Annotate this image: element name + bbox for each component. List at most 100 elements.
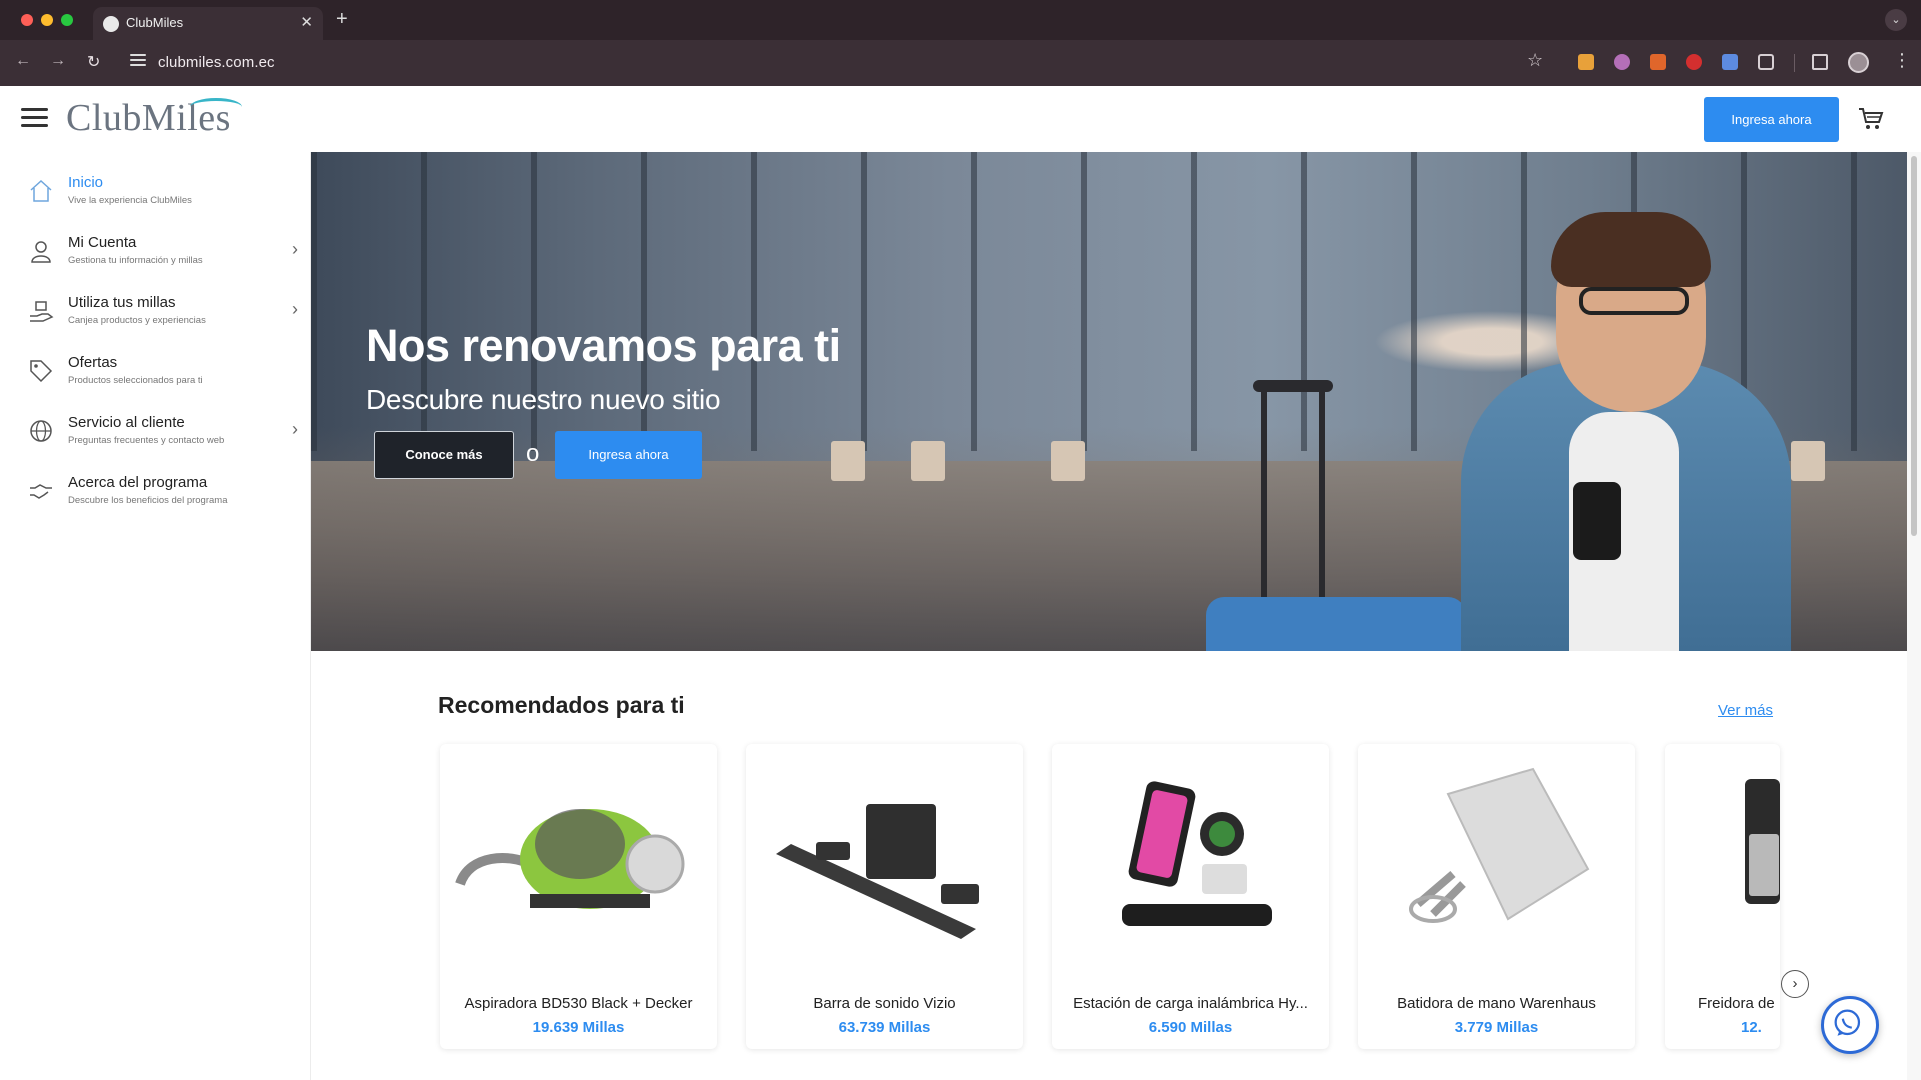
sidebar: Inicio Vive la experiencia ClubMiles Mi … (0, 152, 311, 1080)
product-name: Aspiradora BD530 Black + Decker (464, 995, 693, 1012)
sidebar-item-acerca-del-programa[interactable]: Acerca del programa Descubre los benefic… (0, 462, 311, 522)
hero-subtitle: Descubre nuestro nuevo sitio (366, 384, 721, 415)
home-icon (30, 179, 52, 202)
product-image (1409, 767, 1590, 923)
hero-phone (1573, 482, 1621, 560)
sidebar-item-label: Acerca del programa (68, 474, 208, 491)
product-card[interactable]: Batidora de mano Warenhaus 3.779 Millas (1358, 744, 1635, 1049)
whatsapp-chat-icon[interactable] (1821, 996, 1879, 1054)
close-window-button[interactable] (21, 14, 33, 26)
section-title: Recomendados para ti (438, 692, 685, 718)
gift-hand-icon (30, 301, 54, 322)
suitcase (1206, 597, 1466, 651)
favicon-icon (103, 16, 119, 32)
sidebar-item-inicio[interactable]: Inicio Vive la experiencia ClubMiles (0, 162, 311, 222)
side-panel-icon[interactable] (1812, 54, 1828, 70)
product-name: Estación de carga inalámbrica Hy... (1073, 995, 1308, 1012)
minimize-window-button[interactable] (41, 14, 53, 26)
shopping-cart-icon[interactable] (1858, 107, 1884, 131)
page-scrollbar[interactable] (1907, 152, 1921, 1080)
extension-icon[interactable] (1614, 54, 1630, 70)
conoce-mas-button[interactable]: Conoce más (374, 431, 514, 479)
toolbar-divider (1794, 54, 1795, 72)
sidebar-item-subtitle: Gestiona tu información y millas (68, 255, 203, 266)
product-card[interactable]: Aspiradora BD530 Black + Decker 19.639 M… (440, 744, 717, 1049)
hero-bollard (1791, 441, 1825, 482)
reload-button[interactable]: ↻ (87, 52, 100, 72)
site-header: ClubMiles Ingresa ahora (0, 86, 1921, 152)
hero-title: Nos renovamos para ti (366, 320, 841, 371)
tag-icon (30, 360, 53, 383)
chevron-right-icon: › (292, 239, 298, 259)
sidebar-item-label: Mi Cuenta (68, 234, 137, 251)
chevron-right-icon: › (292, 299, 298, 319)
sidebar-item-ofertas[interactable]: Ofertas Productos seleccionados para ti (0, 342, 311, 402)
extensions-puzzle-icon[interactable] (1758, 54, 1774, 70)
sidebar-item-label: Utiliza tus millas (68, 294, 176, 311)
sidebar-item-subtitle: Canjea productos y experiencias (68, 315, 206, 326)
sidebar-item-servicio-al-cliente[interactable]: Servicio al cliente Preguntas frecuentes… (0, 402, 311, 462)
suitcase-handle (1319, 387, 1325, 602)
sidebar-item-subtitle: Descubre los beneficios del programa (68, 495, 228, 506)
product-image (776, 804, 979, 939)
product-price: 12. (1741, 1019, 1762, 1036)
tab-strip: ClubMiles ✕ + ⌄ (0, 0, 1921, 40)
hero-person-hair (1551, 212, 1711, 287)
sidebar-item-subtitle: Productos seleccionados para ti (68, 375, 203, 386)
product-name: Barra de sonido Vizio (813, 995, 956, 1012)
chevron-right-icon: › (292, 419, 298, 439)
product-price: 6.590 Millas (1148, 1019, 1233, 1036)
browser-tab[interactable]: ClubMiles ✕ (93, 7, 323, 40)
extension-icon[interactable] (1578, 54, 1594, 70)
hero-login-button[interactable]: Ingresa ahora (555, 431, 702, 479)
hero-bollard (1051, 441, 1085, 482)
browser-menu-icon[interactable]: ⋮ (1893, 50, 1911, 71)
sidebar-item-mi-cuenta[interactable]: Mi Cuenta Gestiona tu información y mill… (0, 222, 311, 282)
product-card[interactable]: Barra de sonido Vizio 63.739 Millas (746, 744, 1023, 1049)
sidebar-item-utiliza-tus-millas[interactable]: Utiliza tus millas Canjea productos y ex… (0, 282, 311, 342)
hero-bollard (911, 441, 945, 482)
logo-swoosh (190, 98, 242, 116)
hero-banner: Nos renovamos para ti Descubre nuestro n… (311, 152, 1907, 651)
sidebar-item-subtitle: Preguntas frecuentes y contacto web (68, 435, 225, 446)
scrollbar-thumb[interactable] (1911, 156, 1917, 536)
extension-icon[interactable] (1650, 54, 1666, 70)
product-price: 19.639 Millas (532, 1019, 625, 1036)
hamburger-menu-icon[interactable] (21, 108, 48, 128)
hero-person-glasses (1579, 287, 1689, 315)
hero-bollard (831, 441, 865, 482)
product-price: 63.739 Millas (838, 1019, 931, 1036)
extension-icon[interactable] (1686, 54, 1702, 70)
suitcase-handle (1261, 387, 1267, 602)
user-icon (31, 241, 51, 263)
product-image (1745, 779, 1780, 904)
address-bar[interactable]: clubmiles.com.ec (158, 54, 275, 71)
back-button[interactable]: ← (15, 52, 31, 70)
bookmark-star-icon[interactable]: ☆ (1527, 50, 1543, 71)
browser-chrome: ClubMiles ✕ + ⌄ ← → ↻ clubmiles.com.ec ☆… (0, 0, 1921, 86)
extension-icon[interactable] (1722, 54, 1738, 70)
ver-mas-link[interactable]: Ver más (1718, 702, 1773, 719)
sidebar-item-subtitle: Vive la experiencia ClubMiles (68, 195, 192, 206)
handshake-icon (30, 484, 52, 499)
page: ClubMiles Ingresa ahora Inicio Vive la e… (0, 86, 1921, 1080)
site-info-icon[interactable] (130, 54, 146, 68)
browser-toolbar: ← → ↻ clubmiles.com.ec ☆ ⋮ (0, 40, 1921, 86)
sidebar-item-label: Ofertas (68, 354, 118, 371)
close-tab-icon[interactable]: ✕ (300, 13, 313, 31)
new-tab-button[interactable]: + (336, 8, 348, 31)
product-image (455, 809, 685, 909)
tab-title: ClubMiles (126, 15, 184, 30)
login-button[interactable]: Ingresa ahora (1704, 97, 1839, 142)
sidebar-item-label: Servicio al cliente (68, 414, 185, 431)
carousel-next-button[interactable]: › (1781, 970, 1809, 998)
hero-separator: o (526, 440, 540, 467)
maximize-window-button[interactable] (61, 14, 73, 26)
product-price: 3.779 Millas (1454, 1019, 1539, 1036)
profile-avatar[interactable] (1848, 52, 1869, 73)
forward-button[interactable]: → (50, 52, 66, 70)
product-name: Freidora de (1698, 995, 1775, 1012)
product-card[interactable]: Estación de carga inalámbrica Hy... 6.59… (1052, 744, 1329, 1049)
tab-search-button[interactable]: ⌄ (1885, 9, 1907, 31)
product-card[interactable]: Freidora de 12. (1665, 744, 1780, 1049)
